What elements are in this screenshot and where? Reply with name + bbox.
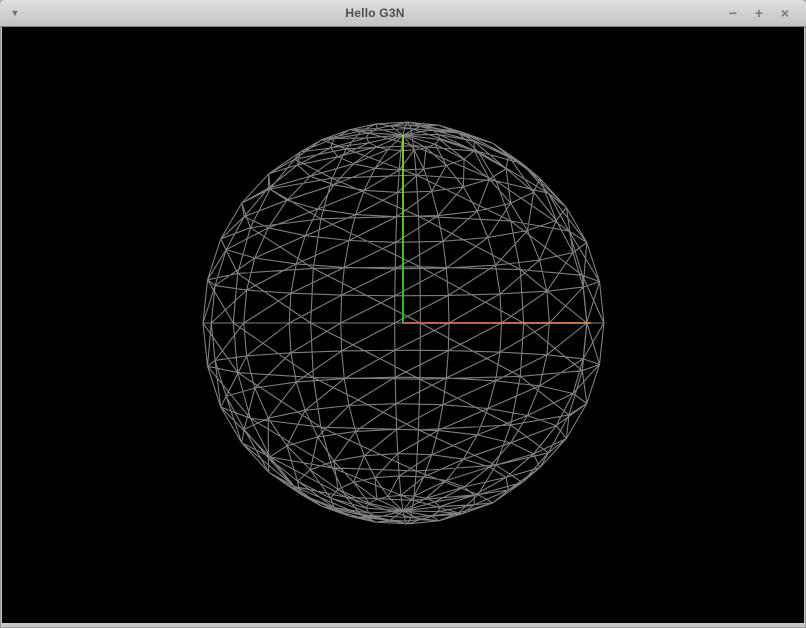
maximize-icon: +	[755, 5, 763, 21]
minimize-button[interactable]: −	[720, 0, 746, 26]
scene-svg[interactable]	[2, 27, 804, 623]
close-button[interactable]: ×	[772, 0, 798, 26]
app-window: ▼ Hello G3N − + ×	[0, 0, 806, 628]
window-menu-icon: ▼	[11, 8, 20, 18]
gl-viewport[interactable]	[2, 27, 804, 623]
window-menu-button[interactable]: ▼	[0, 0, 30, 26]
minimize-icon: −	[729, 5, 737, 21]
titlebar[interactable]: ▼ Hello G3N − + ×	[0, 0, 806, 27]
maximize-button[interactable]: +	[746, 0, 772, 26]
window-title: Hello G3N	[30, 6, 720, 20]
close-icon: ×	[781, 5, 789, 21]
window-controls: − + ×	[720, 0, 806, 26]
